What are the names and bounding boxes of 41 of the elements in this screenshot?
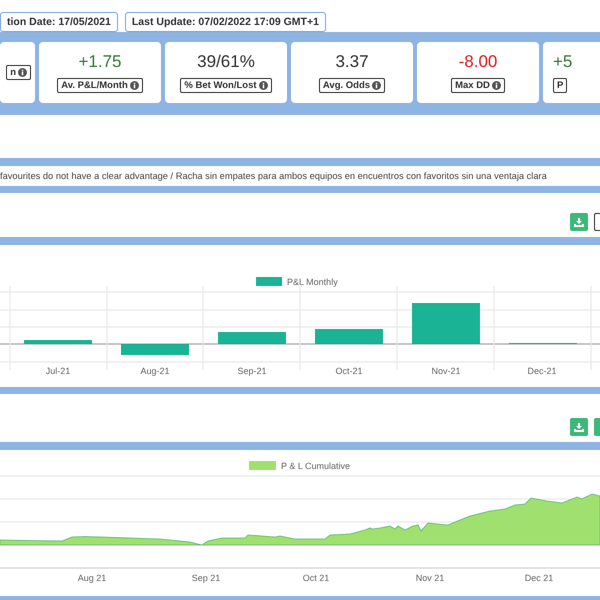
stat-value: -8.00 bbox=[458, 52, 498, 72]
info-icon[interactable] bbox=[18, 68, 27, 77]
info-icon[interactable] bbox=[492, 81, 501, 90]
legend-swatch bbox=[249, 461, 276, 470]
stat-label: Avg. Odds bbox=[318, 78, 386, 93]
chart-bar bbox=[218, 332, 286, 344]
download-icon bbox=[574, 218, 584, 226]
stat-label: n bbox=[6, 65, 31, 80]
legend-label: P & L Cumulative bbox=[281, 461, 350, 471]
stat-label: Av. P&L/Month bbox=[57, 78, 143, 93]
download-icon bbox=[574, 422, 584, 432]
chart-bar bbox=[412, 303, 480, 344]
info-icon[interactable] bbox=[258, 81, 268, 90]
stat-value: +1.75 bbox=[78, 52, 122, 72]
info-icon[interactable] bbox=[130, 81, 139, 90]
axis-label: Sep 21 bbox=[192, 573, 220, 583]
stat-value: 3.37 bbox=[335, 52, 369, 72]
axis-label: Nov-21 bbox=[432, 366, 460, 376]
axis-label: Dec 21 bbox=[524, 573, 554, 583]
info-icon[interactable] bbox=[372, 81, 382, 90]
stat-label: P bbox=[553, 78, 568, 93]
stat-label: Max DD bbox=[451, 78, 505, 93]
axis-label: Oct-21 bbox=[336, 366, 362, 376]
axis-label: Aug 21 bbox=[78, 573, 106, 583]
axis-label: Oct 21 bbox=[302, 573, 330, 583]
legend-swatch bbox=[256, 277, 282, 286]
description-text: favourites do not have a clear advantage / Racha sin empates para ambos equipos en encuentros con favoritos sin una ventaja clara bbox=[0, 170, 548, 183]
stat-value: +5 bbox=[553, 52, 572, 72]
stat-value: 39/61% bbox=[197, 52, 255, 72]
chart-bar bbox=[24, 340, 92, 344]
axis-label: Dec-21 bbox=[528, 366, 556, 376]
axis-label: Sep-21 bbox=[237, 366, 267, 376]
chart-bar bbox=[315, 329, 383, 344]
axis-label: Aug-21 bbox=[140, 366, 170, 376]
chart-bar bbox=[121, 344, 189, 355]
date-badge: Last Update: 07/02/2022 17:09 GMT+1 bbox=[124, 12, 326, 32]
legend-label: P&L Monthly bbox=[287, 277, 338, 287]
stat-label: % Bet Won/Lost bbox=[180, 78, 272, 93]
axis-label: Jul-21 bbox=[46, 366, 70, 376]
date-badge: tion Date: 17/05/2021 bbox=[0, 12, 118, 32]
axis-label: Nov 21 bbox=[416, 573, 444, 583]
